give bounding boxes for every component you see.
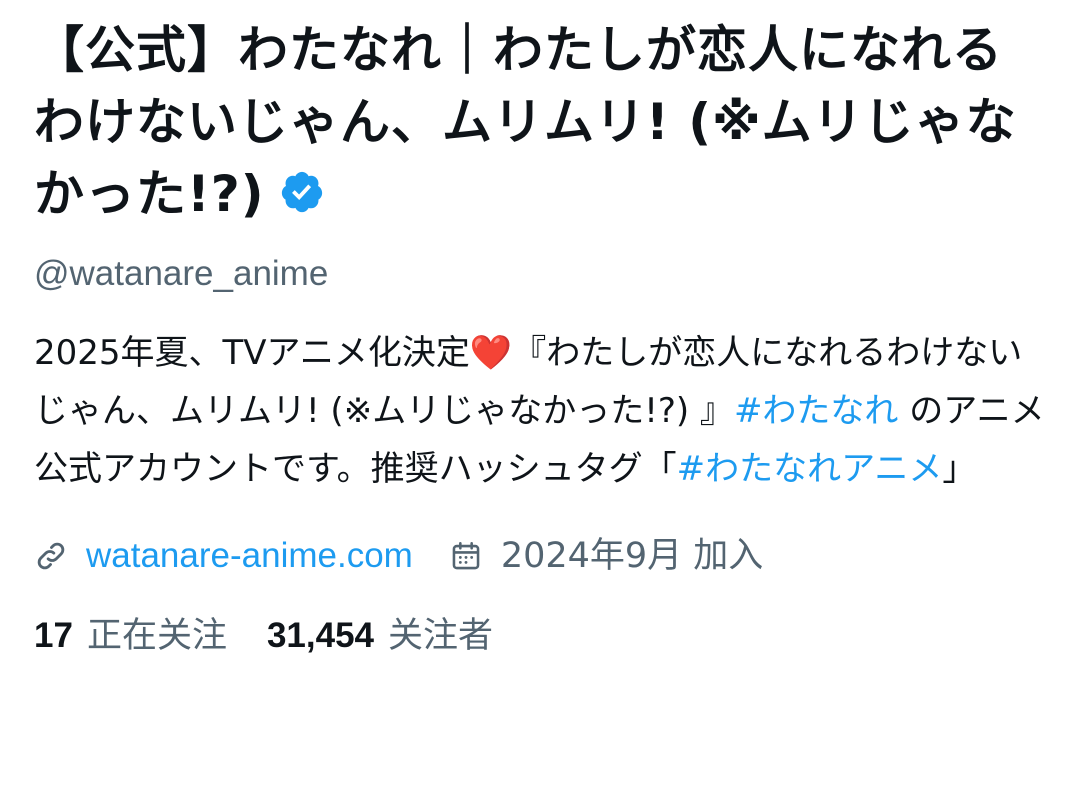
bio-text: 2025年夏、TVアニメ化決定 (34, 333, 470, 373)
followers-link[interactable]: 31,454 关注者 (267, 612, 493, 660)
profile-meta: watanare-anime.com 2024年9月 加入 (34, 532, 1046, 580)
link-icon (37, 542, 65, 570)
display-name-text: 【公式】わたなれ｜わたしが恋人になれるわけないじゃん、ムリムリ! (※ムリじゃな… (34, 21, 1017, 223)
follow-stats: 17 正在关注 31,454 关注者 (34, 612, 1046, 660)
website-item: watanare-anime.com (34, 532, 413, 580)
hashtag-link[interactable]: #わたなれ (734, 391, 899, 431)
followers-count: 31,454 (266, 616, 375, 655)
following-label: 正在关注 (86, 616, 227, 656)
profile-header: 【公式】わたなれ｜わたしが恋人になれるわけないじゃん、ムリムリ! (※ムリじゃな… (0, 0, 1080, 801)
followers-label: 关注者 (388, 616, 494, 656)
heart-emoji: ❤️ (469, 333, 513, 373)
following-link[interactable]: 17 正在关注 (34, 612, 227, 660)
calendar-icon (452, 541, 480, 570)
display-name: 【公式】わたなれ｜わたしが恋人になれるわけないじゃん、ムリムリ! (※ムリじゃな… (34, 14, 1046, 230)
joined-date: 2024年9月 加入 (500, 536, 764, 576)
user-handle: @watanare_anime (34, 254, 329, 293)
joined-date-item: 2024年9月 加入 (449, 532, 763, 580)
hashtag-link[interactable]: #わたなれアニメ (677, 449, 943, 489)
bio-text: 」 (942, 449, 977, 489)
website-link[interactable]: watanare-anime.com (86, 532, 413, 580)
verified-badge-icon[interactable] (279, 169, 325, 215)
profile-bio: 2025年夏、TVアニメ化決定❤️『わたしが恋人になれるわけないじゃん、ムリムリ… (34, 324, 1046, 498)
following-count: 17 (34, 616, 73, 655)
